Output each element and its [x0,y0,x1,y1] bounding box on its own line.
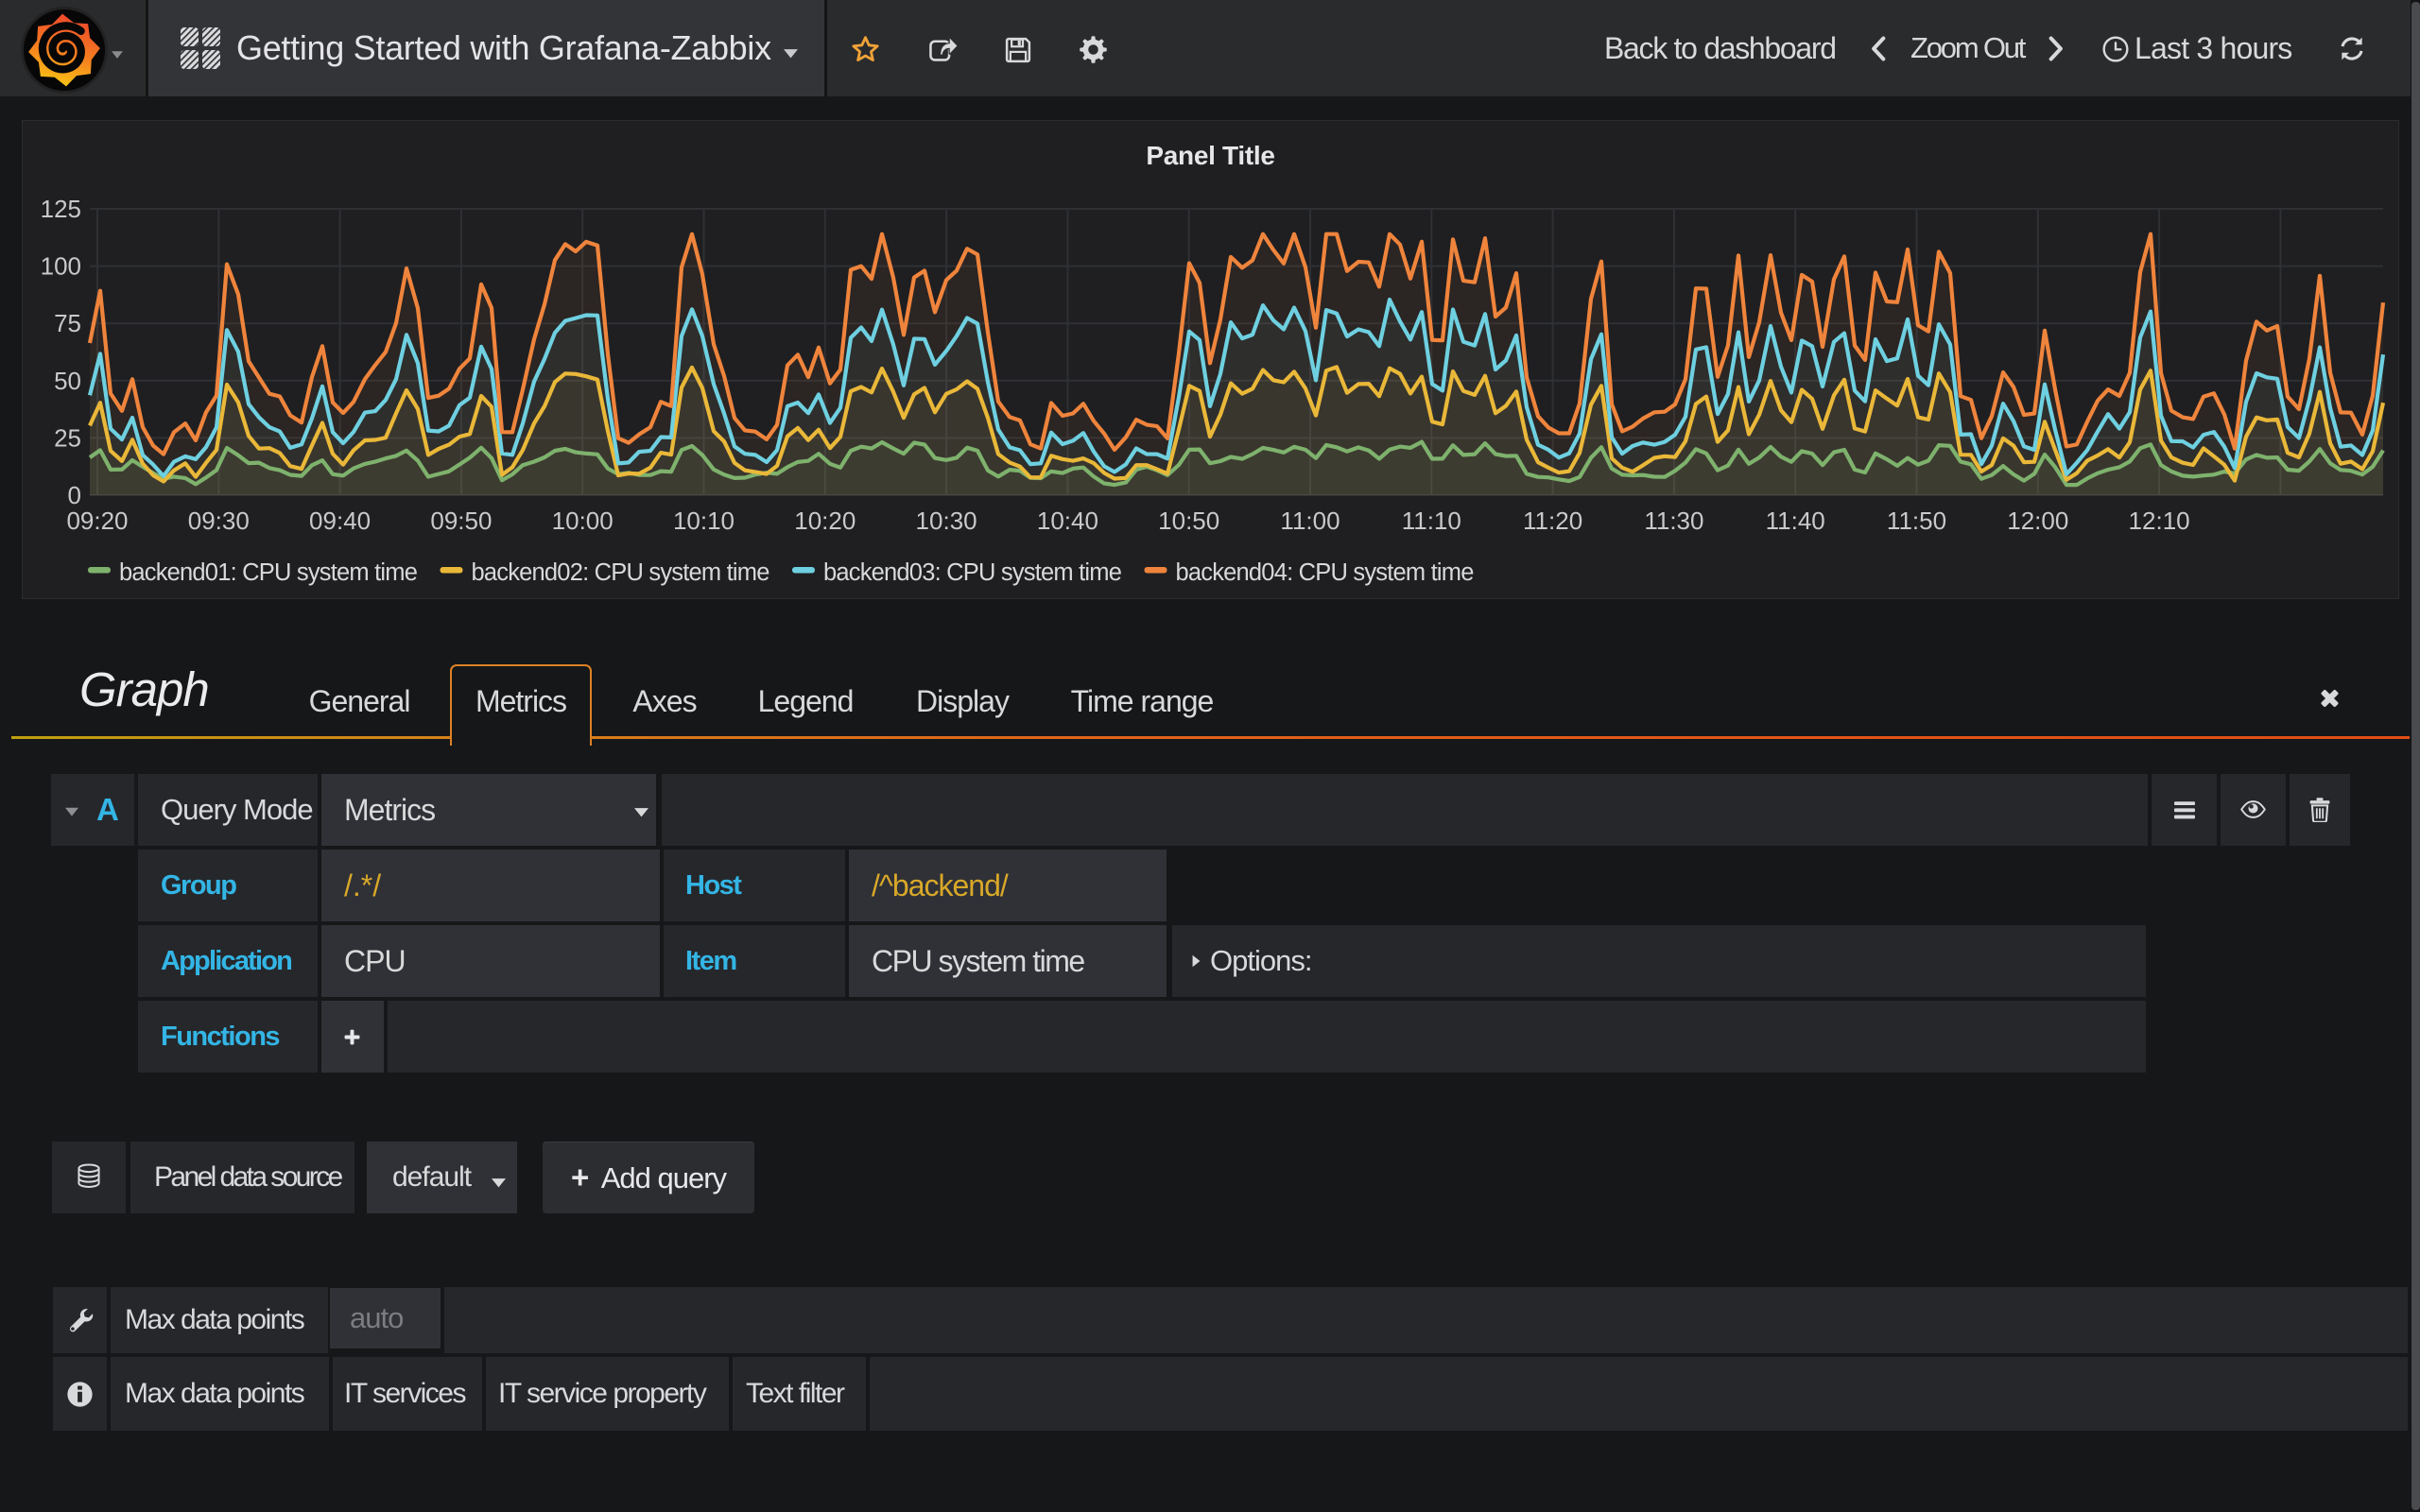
svg-text:10:00: 10:00 [552,507,614,535]
svg-text:backend04: CPU system time: backend04: CPU system time [1176,559,1475,586]
svg-text:09:50: 09:50 [430,507,492,535]
svg-text:10:20: 10:20 [794,507,856,535]
svg-text:11:40: 11:40 [1766,507,1825,535]
svg-text:100: 100 [41,252,81,281]
svg-text:09:40: 09:40 [309,507,371,535]
svg-text:11:20: 11:20 [1523,507,1582,535]
svg-text:10:30: 10:30 [916,507,977,535]
svg-text:12:00: 12:00 [2007,507,2068,535]
svg-text:09:20: 09:20 [66,507,128,535]
svg-text:backend03: CPU system time: backend03: CPU system time [823,559,1122,586]
svg-text:50: 50 [54,367,81,395]
svg-text:backend01: CPU system time: backend01: CPU system time [119,559,418,586]
svg-text:125: 125 [41,195,81,223]
svg-text:11:30: 11:30 [1644,507,1703,535]
svg-text:0: 0 [68,481,81,509]
svg-text:09:30: 09:30 [188,507,250,535]
svg-text:10:50: 10:50 [1158,507,1219,535]
svg-text:11:50: 11:50 [1887,507,1946,535]
svg-text:75: 75 [54,309,81,337]
svg-text:10:10: 10:10 [673,507,735,535]
svg-text:12:10: 12:10 [2129,507,2190,535]
svg-text:11:00: 11:00 [1280,507,1340,535]
svg-text:25: 25 [54,423,81,452]
svg-text:backend02: CPU system time: backend02: CPU system time [472,559,770,586]
svg-text:11:10: 11:10 [1402,507,1461,535]
svg-text:10:40: 10:40 [1037,507,1098,535]
